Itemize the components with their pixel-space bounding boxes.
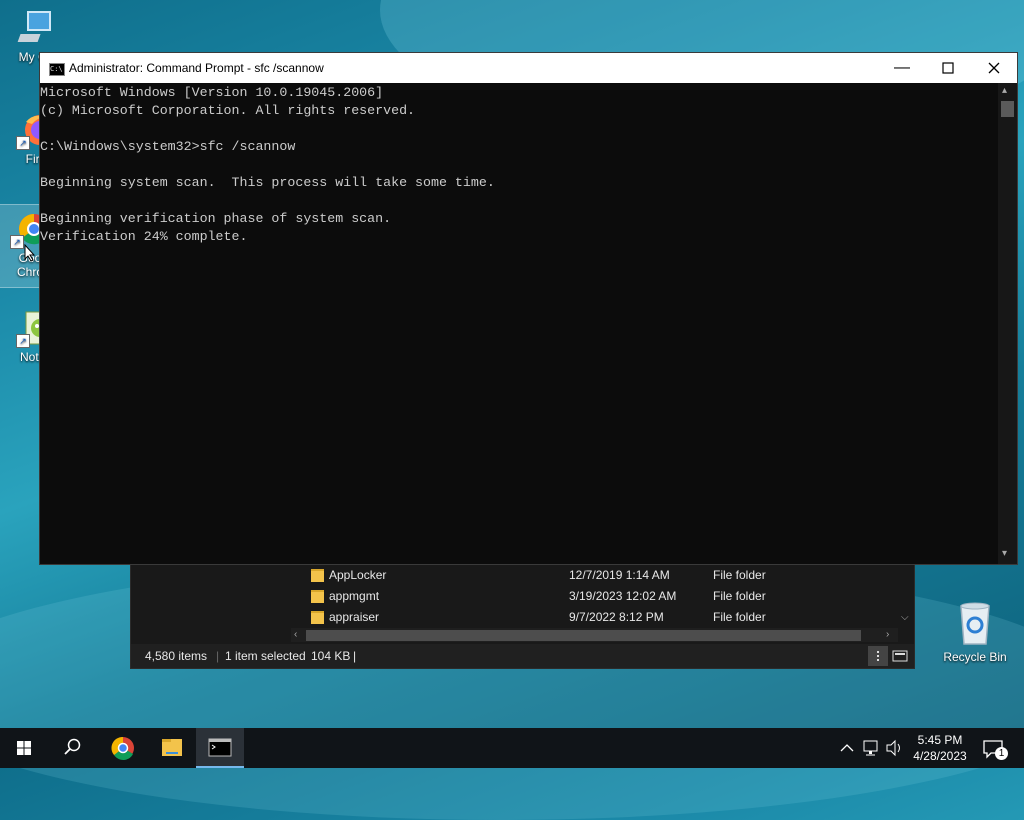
console-line	[40, 191, 998, 209]
notification-badge: 1	[995, 747, 1008, 760]
command-prompt-window[interactable]: C:\ Administrator: Command Prompt - sfc …	[39, 52, 1018, 565]
file-row[interactable]: appmgmt 3/19/2023 12:02 AM File folder	[306, 586, 906, 607]
folder-icon	[162, 739, 182, 756]
volume-button[interactable]	[884, 728, 904, 768]
shortcut-arrow-icon: ↗	[16, 334, 30, 348]
selection-size: 104 KB	[311, 649, 351, 663]
horizontal-scrollbar[interactable]: ‹ ›	[291, 628, 898, 642]
vertical-scrollbar[interactable]: ▴ ▾	[998, 83, 1017, 564]
file-type: File folder	[713, 589, 766, 603]
file-row[interactable]: AppLocker 12/7/2019 1:14 AM File folder	[306, 565, 906, 586]
scroll-right-arrow-icon[interactable]: ›	[886, 628, 889, 642]
folder-icon	[311, 590, 324, 603]
taskbar-command-prompt[interactable]	[196, 728, 244, 768]
taskbar-chrome[interactable]	[99, 728, 147, 768]
cmd-app-icon[interactable]: C:\	[49, 63, 65, 76]
minimize-button[interactable]: —	[879, 53, 925, 83]
console-line	[40, 155, 998, 173]
large-icons-view-icon[interactable]	[890, 646, 910, 666]
scrollbar-thumb[interactable]	[1001, 101, 1014, 117]
scroll-down-arrow-icon[interactable]: ⌵	[901, 612, 909, 623]
file-name: appmgmt	[329, 589, 380, 603]
scrollbar-thumb[interactable]	[306, 630, 861, 641]
status-bar: 4,580 items | 1 item selected 104 KB |	[131, 644, 914, 668]
maximize-button[interactable]	[925, 53, 971, 83]
navigation-pane[interactable]	[131, 564, 286, 628]
status-separator: |	[353, 649, 357, 663]
item-count: 4,580 items	[145, 649, 208, 663]
folder-icon	[311, 569, 324, 582]
console-line: Beginning system scan. This process will…	[40, 175, 495, 190]
console-line	[40, 119, 998, 137]
console-line: Beginning verification phase of system s…	[40, 211, 392, 226]
file-name: AppLocker	[329, 568, 387, 582]
recycle-bin-label: Recycle Bin	[943, 650, 1007, 664]
close-button[interactable]	[971, 53, 1017, 83]
recycle-bin-icon	[955, 600, 995, 646]
scroll-up-arrow-icon[interactable]: ▴	[1002, 85, 1007, 96]
clock[interactable]: 5:45 PM 4/28/2023	[906, 728, 974, 768]
console-line: (c) Microsoft Corporation. All rights re…	[40, 103, 416, 118]
show-hidden-icons-button[interactable]	[838, 728, 856, 768]
scroll-down-arrow-icon[interactable]: ▾	[1002, 548, 1007, 559]
action-center-button[interactable]: 1	[978, 728, 1018, 768]
desktop-icon-recycle-bin[interactable]: Recycle Bin	[940, 600, 1010, 664]
search-icon	[64, 738, 81, 755]
file-date: 3/19/2023 12:02 AM	[569, 589, 677, 603]
mouse-cursor-icon	[24, 243, 36, 267]
file-type: File folder	[713, 568, 766, 582]
start-button[interactable]	[0, 728, 48, 768]
speaker-icon	[886, 739, 900, 757]
window-title: Administrator: Command Prompt - sfc /sca…	[69, 61, 324, 75]
file-name: appraiser	[329, 610, 380, 624]
selection-info: 1 item selected	[225, 649, 306, 663]
details-view-icon[interactable]	[868, 646, 888, 666]
chrome-icon	[111, 736, 134, 760]
folder-icon	[311, 611, 324, 624]
file-date: 12/7/2019 1:14 AM	[569, 568, 670, 582]
windows-logo-icon	[17, 741, 31, 755]
clock-time: 5:45 PM	[917, 733, 963, 747]
status-separator: |	[216, 649, 220, 663]
search-button[interactable]	[48, 728, 96, 768]
taskbar-file-explorer[interactable]	[148, 728, 196, 768]
console-line: Microsoft Windows [Version 10.0.19045.20…	[40, 85, 384, 100]
shortcut-arrow-icon: ↗	[16, 136, 30, 150]
file-date: 9/7/2022 8:12 PM	[569, 610, 664, 624]
network-button[interactable]	[860, 728, 882, 768]
console-line: C:\Windows\system32>sfc /scannow	[40, 139, 296, 154]
window-titlebar[interactable]: C:\ Administrator: Command Prompt - sfc …	[40, 53, 1017, 83]
terminal-icon	[208, 738, 232, 757]
file-type: File folder	[713, 610, 766, 624]
scroll-left-arrow-icon[interactable]: ‹	[294, 628, 297, 642]
chevron-up-icon	[840, 744, 854, 752]
console-output[interactable]: Microsoft Windows [Version 10.0.19045.20…	[40, 83, 998, 564]
computer-icon	[16, 8, 56, 48]
file-explorer-window[interactable]: AppLocker 12/7/2019 1:14 AM File folder …	[130, 563, 915, 669]
file-row[interactable]: appraiser 9/7/2022 8:12 PM File folder	[306, 607, 906, 628]
clock-date: 4/28/2023	[913, 749, 967, 763]
console-line: Verification 24% complete.	[40, 229, 248, 244]
network-icon	[863, 740, 878, 756]
shortcut-arrow-icon: ↗	[10, 235, 24, 249]
taskbar: 5:45 PM 4/28/2023 1	[0, 728, 1024, 768]
